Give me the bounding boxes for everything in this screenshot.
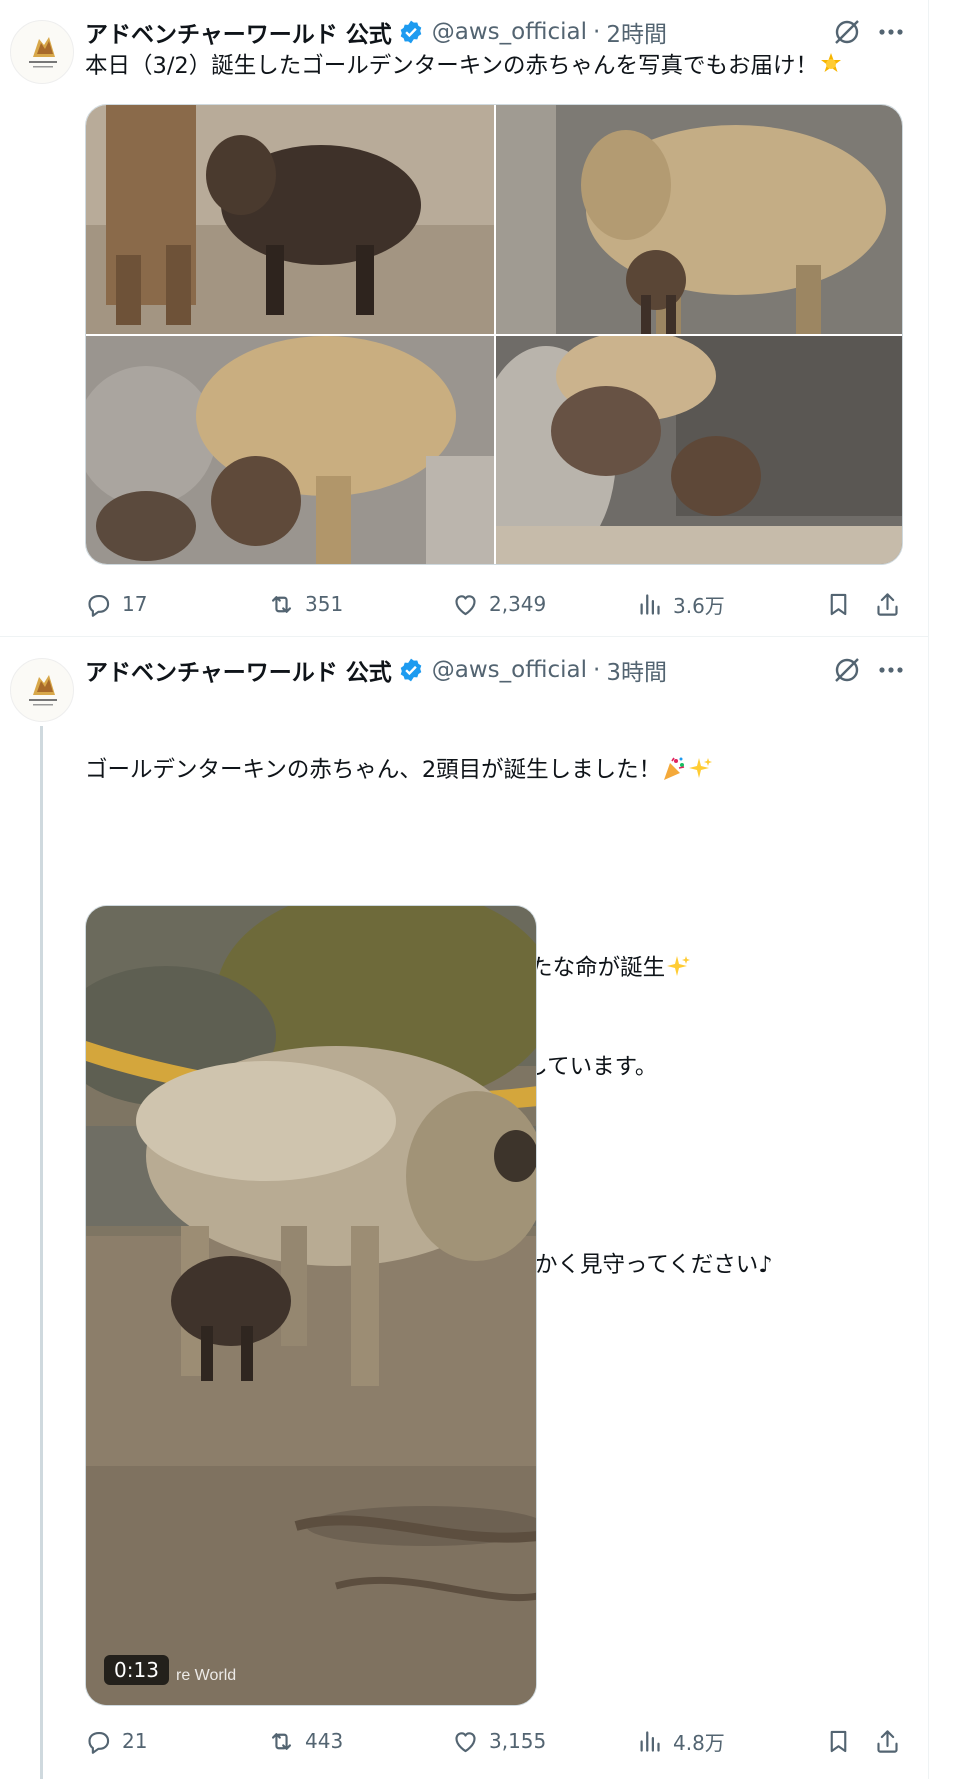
separator: · — [593, 657, 601, 683]
tweet-2[interactable]: アドベンチャーワールド 公式 @aws_official · 3時間 ゴールデン… — [0, 0, 929, 1779]
timestamp[interactable]: 3時間 — [606, 653, 667, 687]
sparkles-emoji — [665, 954, 691, 980]
verified-badge-icon — [398, 657, 424, 683]
repost-icon — [271, 1732, 292, 1750]
reply-button[interactable]: 21 — [85, 1719, 147, 1763]
author-name[interactable]: アドベンチャーワールド 公式 — [85, 653, 392, 687]
sparkles-emoji — [687, 756, 713, 782]
repost-count: 443 — [305, 1729, 344, 1753]
like-button[interactable]: 3,155 — [452, 1719, 546, 1763]
video-player[interactable]: 0:13 re World — [85, 905, 537, 1706]
text-line-1: ゴールデンターキンの赤ちゃん、2頭目が誕生しました！ — [85, 757, 662, 783]
reply-count: 21 — [122, 1729, 148, 1753]
bookmark-icon — [830, 1730, 847, 1752]
author-handle[interactable]: @aws_official — [432, 657, 587, 683]
views-button[interactable]: 4.8万 — [636, 1719, 725, 1763]
repost-button[interactable]: 443 — [268, 1719, 343, 1763]
video-duration: 0:13 — [104, 1655, 169, 1685]
reply-icon — [88, 1731, 110, 1754]
tweet-actions: 21 443 3,155 4.8万 — [85, 1719, 915, 1763]
like-count: 3,155 — [489, 1729, 547, 1753]
video-thumbnail — [86, 906, 536, 1705]
avatar[interactable] — [10, 658, 74, 722]
view-count: 4.8万 — [673, 1730, 725, 1755]
views-icon — [640, 1730, 660, 1752]
tweet-text-line-1: ゴールデンターキンの赤ちゃん、2頭目が誕生しました！ — [85, 754, 915, 787]
party-popper-emoji — [661, 756, 687, 782]
video-watermark: re World — [176, 1667, 237, 1684]
tweet-header: アドベンチャーワールド 公式 @aws_official · 3時間 — [85, 650, 667, 690]
share-icon — [877, 1729, 898, 1753]
like-icon — [455, 1731, 476, 1752]
share-button[interactable] — [874, 1719, 901, 1763]
more-icon[interactable] — [874, 653, 908, 687]
grok-icon[interactable] — [831, 654, 863, 686]
timeline-feed: アドベンチャーワールド 公式 @aws_official · 2時間 本日（3/… — [0, 0, 929, 1779]
bookmark-button[interactable] — [825, 1719, 852, 1763]
